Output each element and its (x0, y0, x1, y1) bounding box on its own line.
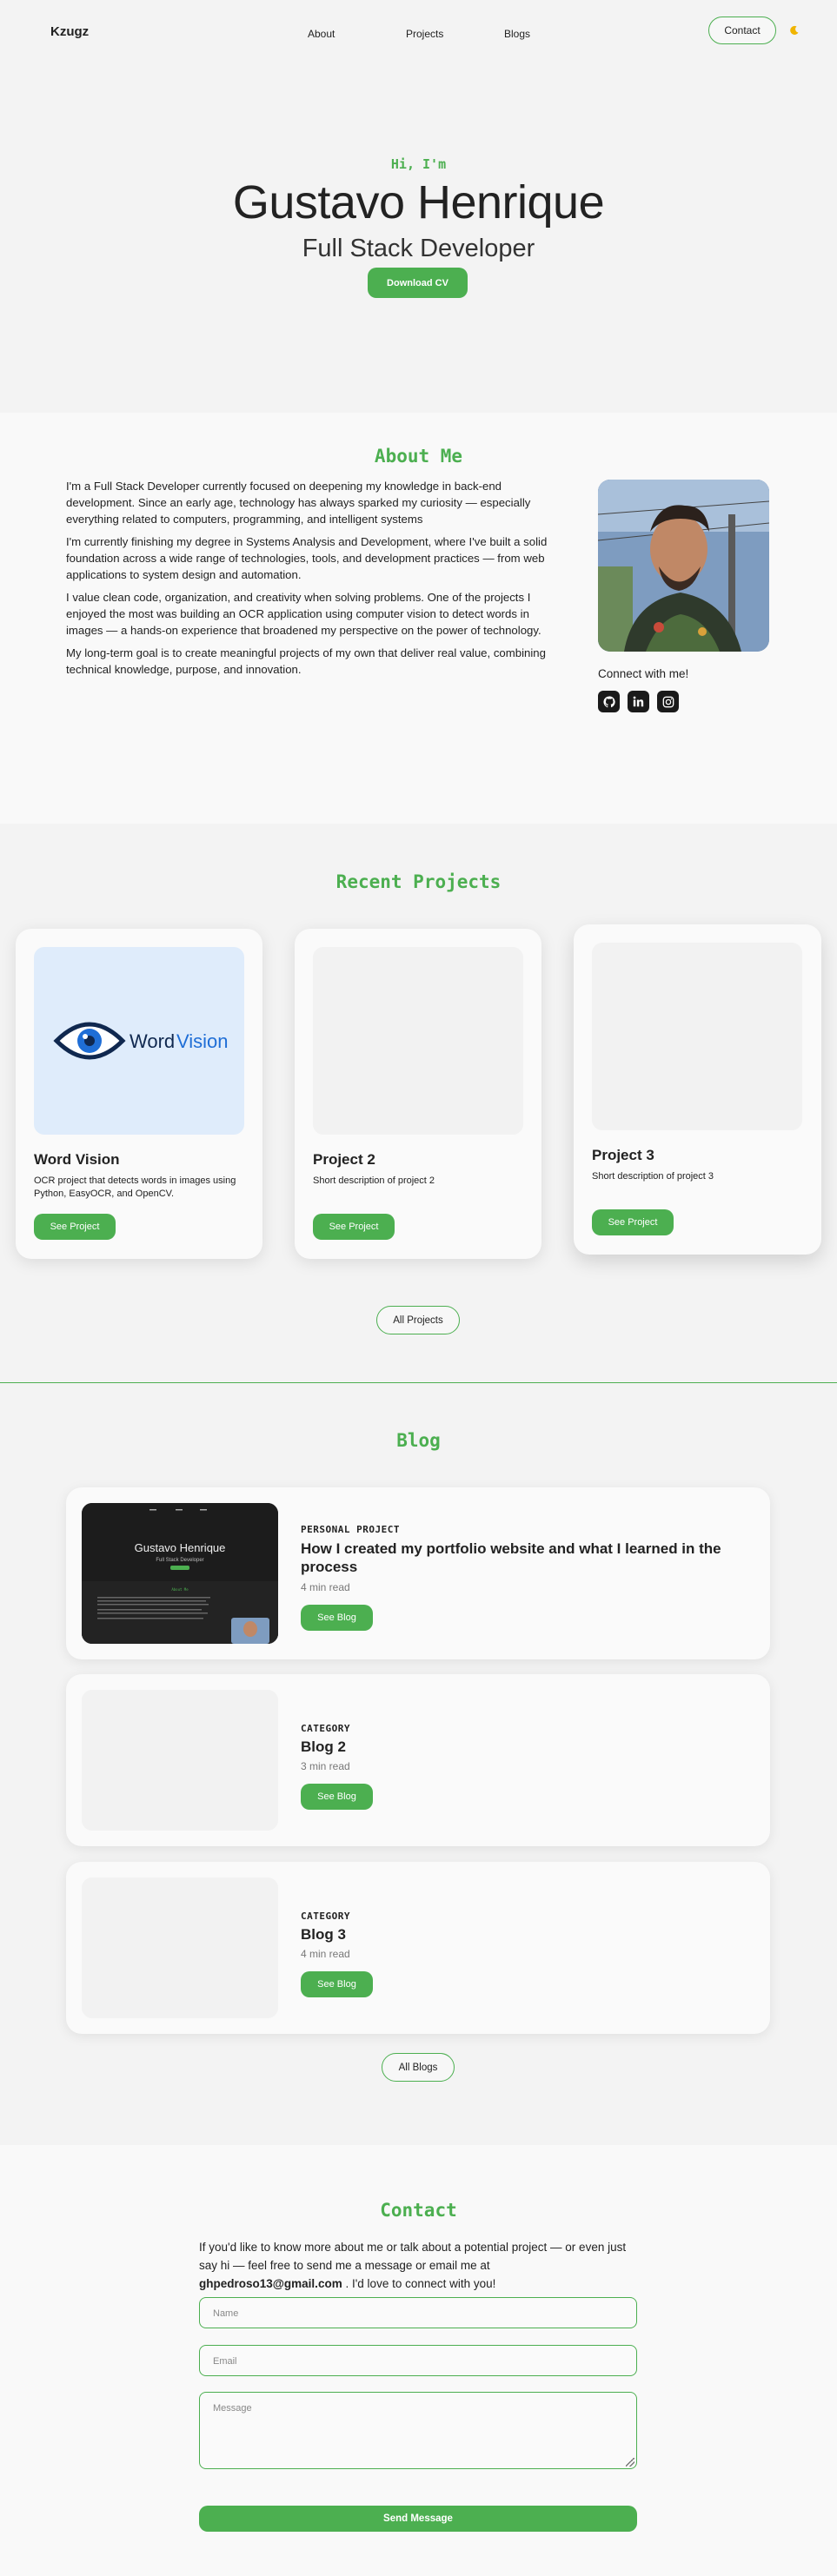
all-blogs-button[interactable]: All Blogs (382, 2053, 455, 2082)
all-projects-button[interactable]: All Projects (376, 1306, 460, 1334)
blog-category: CATEGORY (301, 1723, 350, 1734)
blog-title: Blog 3 (301, 1926, 346, 1943)
hero-greeting: Hi, I'm (390, 156, 447, 172)
blog-thumbnail (82, 1877, 278, 2018)
see-blog-button[interactable]: See Blog (301, 1971, 373, 1997)
profile-photo (598, 480, 769, 652)
blog-read-time: 3 min read (301, 1760, 350, 1772)
name-field[interactable]: Name (199, 2297, 637, 2328)
see-project-button[interactable]: See Project (34, 1214, 116, 1240)
contact-intro-text: If you'd like to know more about me or t… (199, 2241, 627, 2272)
thumb-about: About Me (171, 1587, 189, 1592)
download-cv-button[interactable]: Download CV (368, 268, 468, 298)
word-vision-logo-word: Word (130, 1030, 175, 1052)
linkedin-icon[interactable] (628, 691, 649, 712)
thumb-name: Gustavo Henrique (135, 1541, 226, 1554)
about-text: I'm a Full Stack Developer currently foc… (66, 478, 553, 684)
hero-name: Gustavo Henrique (232, 176, 605, 228)
top-nav: Kzugz About Projects Blogs Contact (0, 0, 837, 70)
blog-title: Blog (396, 1430, 441, 1451)
about-paragraph: I'm a Full Stack Developer currently foc… (66, 480, 531, 526)
project-description: Short description of project 3 (592, 1171, 714, 1182)
project-title: Word Vision (34, 1151, 120, 1168)
nav-link-projects[interactable]: Projects (406, 28, 504, 40)
project-card: Project 3 Short description of project 3… (574, 924, 821, 1255)
blog-card: Gustavo Henrique Full Stack Developer Ab… (66, 1487, 770, 1659)
blog-thumbnail: Gustavo Henrique Full Stack Developer Ab… (82, 1503, 278, 1644)
project-thumbnail (592, 943, 802, 1130)
hero-section: Hi, I'm Gustavo Henrique Full Stack Deve… (0, 70, 837, 413)
contact-title: Contact (380, 2200, 457, 2221)
thumb-role: Full Stack Developer (156, 1558, 203, 1563)
see-project-button[interactable]: See Project (313, 1214, 395, 1240)
project-title: Project 3 (592, 1147, 654, 1163)
blog-card: CATEGORY Blog 3 4 min read See Blog (66, 1862, 770, 2034)
connect-label: Connect with me! (598, 667, 689, 680)
about-paragraph: My long-term goal is to create meaningfu… (66, 646, 546, 676)
blog-read-time: 4 min read (301, 1948, 350, 1960)
blog-read-time: 4 min read (301, 1581, 350, 1593)
word-vision-logo-vision: Vision (176, 1030, 229, 1052)
contact-outro-text: . I'd love to connect with you! (345, 2277, 496, 2290)
message-field[interactable]: Message (199, 2392, 637, 2469)
project-card: Project 2 Short description of project 2… (295, 929, 541, 1259)
see-blog-button[interactable]: See Blog (301, 1784, 373, 1810)
nav-link-blogs[interactable]: Blogs (504, 28, 602, 40)
nav-contact-button[interactable]: Contact (708, 17, 776, 44)
send-message-button[interactable]: Send Message (199, 2506, 637, 2532)
project-thumbnail: Word Vision (34, 947, 244, 1135)
project-thumbnail (313, 947, 523, 1135)
projects-section: Recent Projects Word Vision Word Vision … (0, 824, 837, 1382)
site-logo[interactable]: Kzugz (50, 24, 89, 39)
about-title: About Me (374, 446, 463, 467)
about-paragraph: I value clean code, organization, and cr… (66, 591, 541, 637)
contact-section: Contact If you'd like to know more about… (0, 2145, 837, 2559)
nav-link-about[interactable]: About (308, 28, 406, 40)
project-description: OCR project that detects words in images… (34, 1175, 236, 1199)
blog-title: Blog 2 (301, 1738, 346, 1755)
social-links (598, 691, 679, 712)
blog-thumbnail (82, 1690, 278, 1831)
nav-links: About Projects Blogs (308, 28, 602, 40)
projects-title: Recent Projects (335, 871, 502, 892)
see-blog-button[interactable]: See Blog (301, 1605, 373, 1631)
hero-role: Full Stack Developer (302, 235, 535, 262)
blog-card: CATEGORY Blog 2 3 min read See Blog (66, 1674, 770, 1846)
email-field[interactable]: Email (199, 2345, 637, 2376)
project-description: Short description of project 2 (313, 1175, 435, 1186)
instagram-icon[interactable] (657, 691, 679, 712)
project-title: Project 2 (313, 1151, 375, 1168)
see-project-button[interactable]: See Project (592, 1209, 674, 1235)
blog-category: PERSONAL PROJECT (301, 1524, 400, 1535)
moon-icon[interactable] (789, 25, 800, 38)
project-card: Word Vision Word Vision OCR project that… (16, 929, 262, 1259)
contact-email[interactable]: ghpedroso13@gmail.com (199, 2277, 342, 2290)
contact-intro: If you'd like to know more about me or t… (199, 2238, 634, 2293)
about-section: About Me I'm a Full Stack Developer curr… (0, 413, 837, 824)
github-icon[interactable] (598, 691, 620, 712)
blog-category: CATEGORY (301, 1910, 350, 1922)
blog-section: Blog Gustavo Henrique Full Stack Develop… (0, 1382, 837, 2145)
blog-title: How I created my portfolio website and w… (301, 1540, 721, 1575)
about-paragraph: I'm currently finishing my degree in Sys… (66, 535, 548, 581)
